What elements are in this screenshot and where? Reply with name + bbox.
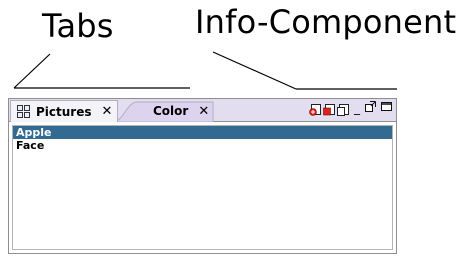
view-panel: Pictures ✕ Color ✕ _ Apple Face <box>8 98 397 254</box>
minimize-button[interactable]: _ <box>354 101 360 115</box>
maximize-icon[interactable] <box>365 101 376 115</box>
blank-doc-icon[interactable] <box>337 102 350 121</box>
restore-icon[interactable] <box>381 101 392 115</box>
tab-strip: Pictures ✕ Color ✕ _ <box>9 99 396 122</box>
window-controls: _ <box>354 101 392 115</box>
list-item[interactable]: Apple <box>13 126 392 139</box>
close-icon[interactable]: ✕ <box>102 104 113 119</box>
info-leader-diagonal <box>212 51 297 90</box>
tab-pictures[interactable]: Pictures ✕ <box>10 100 118 122</box>
tab-pictures-label: Pictures <box>36 104 92 119</box>
list-item[interactable]: Face <box>13 139 392 152</box>
item-list: Apple Face <box>12 125 393 250</box>
tab-color[interactable]: Color ✕ <box>113 100 209 122</box>
tabs-leader-diagonal <box>13 53 51 89</box>
red-doc-icon-1[interactable] <box>309 102 322 121</box>
tab-color-label: Color <box>153 104 189 118</box>
red-doc-icon-2[interactable] <box>323 102 336 121</box>
info-component <box>309 102 350 121</box>
grid-icon <box>17 105 30 118</box>
close-icon[interactable]: ✕ <box>198 104 209 119</box>
